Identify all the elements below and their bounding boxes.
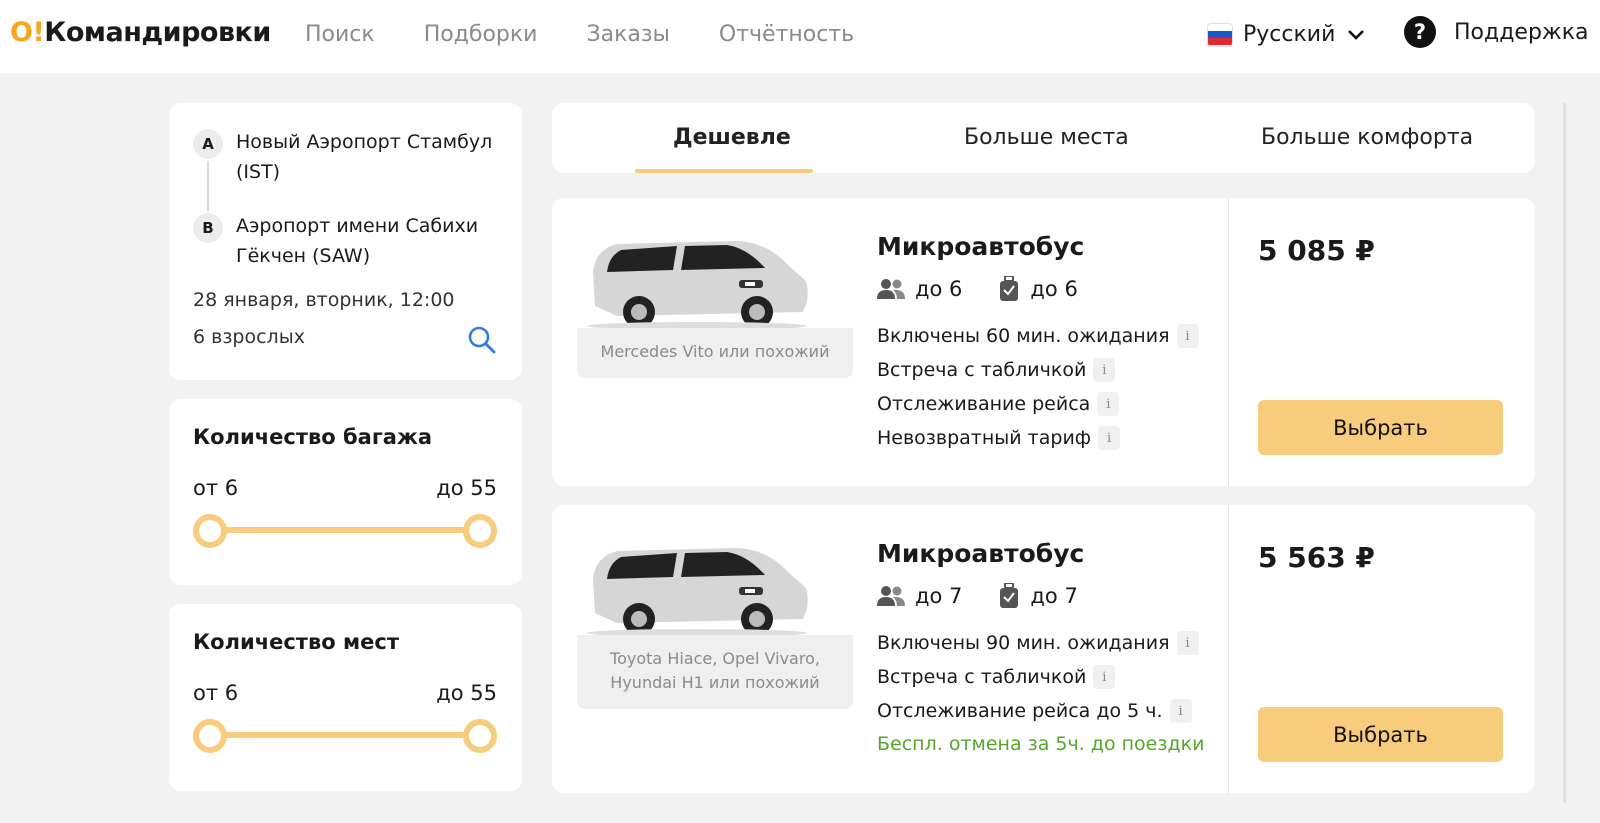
free-cancellation-note: Беспл. отмена за 5ч. до поездки: [877, 733, 1204, 755]
destination-address: Аэропорт имени Сабихи Гёкчен (SAW): [236, 215, 479, 267]
top-header: O!Командировки Поиск Подборки Заказы Отч…: [0, 0, 1600, 73]
luggage-count: до 6: [1030, 277, 1078, 301]
route-summary: A B Новый Аэропорт Стамбул (IST) Аэропор…: [169, 103, 522, 380]
seats-count: до 6: [915, 277, 963, 301]
chevron-down-icon: [1348, 29, 1365, 40]
language-selector[interactable]: Русский: [1207, 22, 1365, 47]
offer-card: Toyota Hiace, Opel Vivaro, Hyundai H1 ил…: [552, 505, 1535, 793]
search-icon[interactable]: [467, 325, 497, 355]
filter-min-label: от 6: [193, 681, 239, 705]
car-caption: Toyota Hiace, Opel Vivaro, Hyundai H1 ил…: [610, 649, 820, 692]
tab-more-space[interactable]: Больше места: [964, 125, 1129, 150]
car-caption: Mercedes Vito или похожий: [600, 342, 830, 361]
feature-item: Включены 90 мин. ожидания i: [877, 631, 1199, 655]
passengers-icon: [877, 586, 905, 606]
offer-title: Микроавтобус: [877, 232, 1085, 261]
luggage-count: до 7: [1030, 584, 1078, 608]
nav-collections[interactable]: Подборки: [424, 22, 538, 47]
feature-text: Отслеживание рейса: [877, 393, 1091, 415]
offer-title: Микроавтобус: [877, 539, 1085, 568]
filter-title: Количество мест: [193, 630, 400, 654]
origin-address: Новый Аэропорт Стамбул (IST): [236, 131, 493, 183]
select-button[interactable]: Выбрать: [1258, 707, 1503, 762]
info-icon[interactable]: i: [1093, 665, 1116, 689]
route-line: [207, 161, 209, 211]
passengers-icon: [877, 279, 905, 299]
nav-search[interactable]: Поиск: [305, 22, 375, 47]
feature-text: Встреча с табличкой: [877, 359, 1087, 381]
point-b-marker: B: [193, 213, 223, 243]
select-button[interactable]: Выбрать: [1258, 400, 1503, 455]
filter-max-label: до 55: [436, 681, 497, 705]
feature-text: Включены 60 мин. ожидания: [877, 325, 1170, 347]
feature-text: Невозвратный тариф: [877, 427, 1092, 449]
feature-text: Встреча с табличкой: [877, 666, 1087, 688]
logo-mark: O!: [10, 17, 45, 48]
offer-divider: [1228, 505, 1229, 793]
car-image-box: Mercedes Vito или похожий: [577, 236, 853, 378]
seats-count: до 7: [915, 584, 963, 608]
range-track[interactable]: [209, 527, 481, 533]
range-min-handle[interactable]: [193, 514, 227, 548]
info-icon[interactable]: i: [1176, 631, 1199, 655]
tab-cheaper[interactable]: Дешевле: [673, 125, 791, 150]
feature-item: Отслеживание рейса i: [877, 392, 1120, 416]
minibus-image: [577, 543, 853, 635]
range-max-handle[interactable]: [463, 719, 497, 753]
offer-capacity: до 6 до 6: [877, 276, 1078, 302]
active-tab-indicator: [635, 169, 813, 173]
trip-date: 28 января, вторник, 12:00: [193, 289, 455, 311]
feature-text: Включены 90 мин. ожидания: [877, 632, 1170, 654]
minibus-image: [577, 236, 853, 328]
passenger-count: 6 взрослых: [193, 326, 305, 348]
filter-max-label: до 55: [436, 476, 497, 500]
flag-ru-icon: [1207, 22, 1233, 47]
help-icon: ?: [1404, 16, 1444, 54]
feature-item: Встреча с табличкой i: [877, 358, 1116, 382]
luggage-icon: [1000, 276, 1019, 301]
feature-item: Встреча с табличкой i: [877, 665, 1116, 689]
support-label: Поддержка: [1454, 19, 1589, 45]
feature-text: Отслеживание рейса до 5 ч.: [877, 700, 1163, 722]
language-label: Русский: [1243, 22, 1336, 47]
offer-price: 5 563 ₽: [1258, 541, 1375, 574]
car-image-box: Toyota Hiace, Opel Vivaro, Hyundai H1 ил…: [577, 543, 853, 709]
filter-min-label: от 6: [193, 476, 239, 500]
feature-item: Отслеживание рейса до 5 ч. i: [877, 699, 1192, 723]
luggage-icon: [1000, 583, 1019, 608]
offer-price: 5 085 ₽: [1258, 234, 1375, 267]
info-icon[interactable]: i: [1098, 426, 1121, 450]
info-icon[interactable]: i: [1169, 699, 1192, 723]
range-track[interactable]: [209, 732, 481, 738]
range-max-handle[interactable]: [463, 514, 497, 548]
tab-more-comfort[interactable]: Больше комфорта: [1261, 125, 1473, 150]
logo[interactable]: O!Командировки: [10, 17, 271, 48]
offer-card: Mercedes Vito или похожий Микроавтобус д…: [552, 198, 1535, 486]
offer-capacity: до 7 до 7: [877, 583, 1078, 609]
nav-orders[interactable]: Заказы: [586, 22, 669, 47]
luggage-filter: Количество багажа от 6 до 55: [169, 399, 522, 585]
range-min-handle[interactable]: [193, 719, 227, 753]
offer-divider: [1228, 198, 1229, 486]
info-icon[interactable]: i: [1093, 358, 1116, 382]
logo-text: Командировки: [44, 17, 271, 48]
support-link[interactable]: ? Поддержка: [1404, 16, 1589, 54]
right-edge-panel: [1563, 103, 1566, 803]
info-icon[interactable]: i: [1097, 392, 1120, 416]
filter-title: Количество багажа: [193, 425, 433, 449]
main-nav: Поиск Подборки Заказы Отчётность: [305, 22, 903, 47]
feature-item: Включены 60 мин. ожидания i: [877, 324, 1199, 348]
point-a-marker: A: [193, 129, 223, 159]
nav-reports[interactable]: Отчётность: [719, 22, 854, 47]
feature-item: Невозвратный тариф i: [877, 426, 1121, 450]
seats-filter: Количество мест от 6 до 55: [169, 604, 522, 791]
info-icon[interactable]: i: [1176, 324, 1199, 348]
feature-text: Беспл. отмена за 5ч. до поездки: [877, 733, 1205, 755]
sort-tabs: Дешевле Больше места Больше комфорта: [552, 103, 1535, 173]
